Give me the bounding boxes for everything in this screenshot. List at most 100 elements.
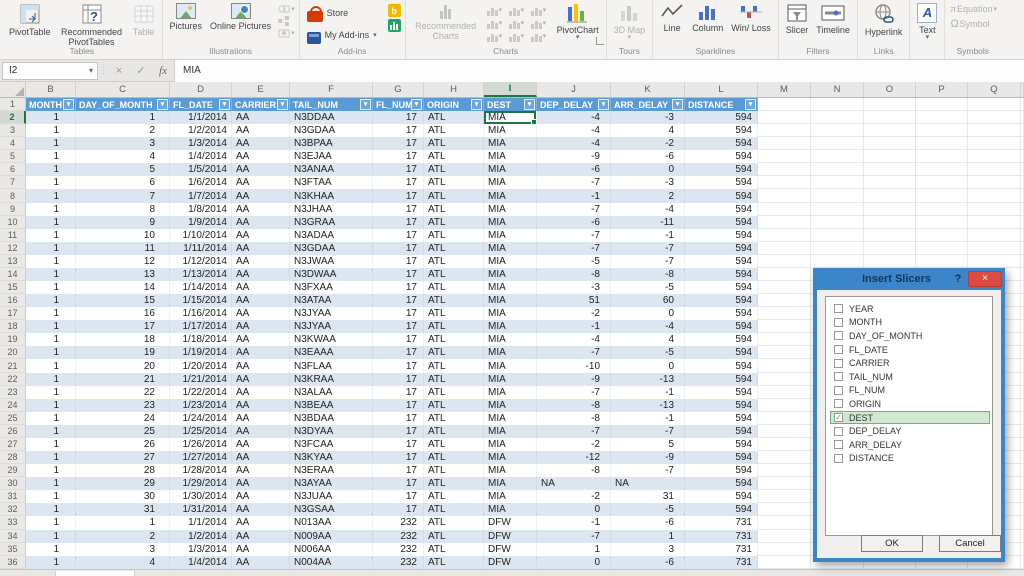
cell[interactable]: -6 xyxy=(537,216,611,229)
cell[interactable]: AA xyxy=(232,176,290,189)
cell[interactable]: AA xyxy=(232,189,290,202)
empty-cell[interactable] xyxy=(758,163,811,176)
cell[interactable]: AA xyxy=(232,150,290,163)
empty-cell[interactable] xyxy=(811,137,864,150)
empty-cell[interactable] xyxy=(968,203,1021,216)
cell[interactable]: N3KRAA xyxy=(290,373,373,386)
cell[interactable]: -7 xyxy=(611,242,685,255)
slicer-field-arr_delay[interactable]: ARR_DELAY xyxy=(830,438,990,452)
cell[interactable]: 5 xyxy=(611,438,685,451)
cell[interactable]: 1/17/2014 xyxy=(170,320,232,333)
empty-cell[interactable] xyxy=(758,203,811,216)
cell[interactable]: ATL xyxy=(424,373,484,386)
cell[interactable]: 1/3/2014 xyxy=(170,137,232,150)
cell[interactable]: 17 xyxy=(373,111,424,124)
empty-cell[interactable] xyxy=(758,503,811,516)
cell[interactable]: -8 xyxy=(537,268,611,281)
cell[interactable]: AA xyxy=(232,386,290,399)
cell[interactable]: ATL xyxy=(424,464,484,477)
empty-cell[interactable] xyxy=(758,425,811,438)
cell[interactable]: N3KWAA xyxy=(290,333,373,346)
cell[interactable]: N3EJAA xyxy=(290,150,373,163)
cell[interactable]: 15 xyxy=(76,294,170,307)
dialog-close-icon[interactable]: × xyxy=(968,271,1002,287)
dialog-title-bar[interactable]: Insert Slicers ? × xyxy=(813,268,1005,290)
empty-cell[interactable] xyxy=(758,294,811,307)
empty-cell[interactable] xyxy=(758,307,811,320)
cell[interactable]: 27 xyxy=(76,451,170,464)
cell[interactable]: 1/2/2014 xyxy=(170,124,232,137)
empty-cell[interactable] xyxy=(916,150,968,163)
cell[interactable]: 1 xyxy=(26,255,76,268)
cell[interactable]: 2 xyxy=(76,530,170,543)
cell[interactable]: 14 xyxy=(76,281,170,294)
empty-cell[interactable] xyxy=(968,150,1021,163)
cell[interactable]: 17 xyxy=(373,203,424,216)
cell[interactable]: 17 xyxy=(373,307,424,320)
cell[interactable]: ATL xyxy=(424,216,484,229)
column-header-H[interactable]: H xyxy=(424,82,484,97)
cell[interactable]: ATL xyxy=(424,425,484,438)
empty-cell[interactable] xyxy=(758,530,811,543)
cell[interactable]: MIA xyxy=(484,373,537,386)
cell[interactable]: 1/9/2014 xyxy=(170,216,232,229)
cell[interactable]: 594 xyxy=(685,333,758,346)
checkbox-checked-icon[interactable]: ✓ xyxy=(834,413,843,422)
cell[interactable]: MIA xyxy=(484,359,537,372)
cell[interactable]: N3DDAA xyxy=(290,111,373,124)
cell[interactable]: N3BEAA xyxy=(290,399,373,412)
cell[interactable]: 1/5/2014 xyxy=(170,163,232,176)
cancel-entry-icon[interactable]: × xyxy=(108,65,130,77)
checkbox-icon[interactable] xyxy=(834,399,843,408)
empty-cell[interactable] xyxy=(758,464,811,477)
slicer-field-tail_num[interactable]: TAIL_NUM xyxy=(830,370,990,384)
cell[interactable]: N3FCAA xyxy=(290,438,373,451)
cell[interactable]: 594 xyxy=(685,438,758,451)
cell[interactable]: 7 xyxy=(76,189,170,202)
cell[interactable]: N3BPAA xyxy=(290,137,373,150)
cell[interactable]: 1/18/2014 xyxy=(170,333,232,346)
cell[interactable]: -8 xyxy=(611,268,685,281)
cell[interactable]: 1 xyxy=(26,163,76,176)
insert-function-icon[interactable]: fx xyxy=(152,65,174,77)
cell[interactable]: 594 xyxy=(685,255,758,268)
checkbox-icon[interactable] xyxy=(834,331,843,340)
cell[interactable]: -7 xyxy=(611,425,685,438)
cell[interactable]: N3FXAA xyxy=(290,281,373,294)
cell[interactable]: 17 xyxy=(373,333,424,346)
cell[interactable]: 17 xyxy=(373,294,424,307)
cell[interactable]: AA xyxy=(232,203,290,216)
empty-cell[interactable] xyxy=(811,163,864,176)
cell[interactable]: 594 xyxy=(685,490,758,503)
empty-cell[interactable] xyxy=(758,490,811,503)
cell[interactable]: -10 xyxy=(537,359,611,372)
cell[interactable]: 594 xyxy=(685,203,758,216)
cell[interactable]: MIA xyxy=(484,163,537,176)
cell[interactable]: N3JYAA xyxy=(290,307,373,320)
empty-cell[interactable] xyxy=(758,438,811,451)
cell[interactable]: 17 xyxy=(373,373,424,386)
cell[interactable]: MIA xyxy=(484,320,537,333)
empty-cell[interactable] xyxy=(864,137,916,150)
cell[interactable]: 1/23/2014 xyxy=(170,399,232,412)
cell[interactable]: 1 xyxy=(26,294,76,307)
empty-cell[interactable] xyxy=(758,216,811,229)
cell[interactable]: 4 xyxy=(611,333,685,346)
column-header-J[interactable]: J xyxy=(537,82,611,97)
cell[interactable]: 1 xyxy=(26,386,76,399)
cell[interactable]: -7 xyxy=(537,530,611,543)
cell[interactable]: 17 xyxy=(373,477,424,490)
empty-cell[interactable] xyxy=(811,255,864,268)
row-number-36[interactable]: 36 xyxy=(0,556,26,569)
column-header-Q[interactable]: Q xyxy=(968,82,1021,97)
cell[interactable]: 20 xyxy=(76,359,170,372)
cell[interactable]: ATL xyxy=(424,281,484,294)
my-addins-button[interactable]: My Add-ins ▾ xyxy=(303,24,381,46)
cell[interactable]: AA xyxy=(232,242,290,255)
empty-cell[interactable] xyxy=(968,255,1021,268)
cell[interactable]: -8 xyxy=(537,399,611,412)
cell[interactable]: 0 xyxy=(537,503,611,516)
cell[interactable]: 594 xyxy=(685,294,758,307)
row-number-29[interactable]: 29 xyxy=(0,464,26,477)
cell[interactable]: 594 xyxy=(685,111,758,124)
